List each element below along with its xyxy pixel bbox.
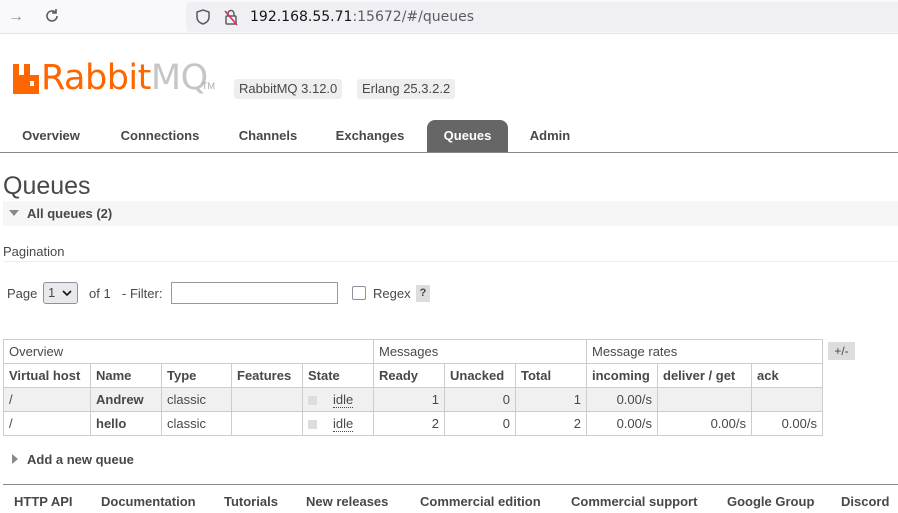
state-text: idle: [333, 416, 354, 432]
page-count-label: of 1: [89, 286, 111, 301]
queue-name-link[interactable]: hello: [90, 411, 162, 436]
cell-type: classic: [161, 387, 232, 412]
footer: HTTP API Documentation Tutorials New rel…: [3, 484, 898, 513]
cell-incoming: 0.00/s: [586, 387, 658, 412]
footer-link-discord[interactable]: Discord: [841, 494, 889, 509]
tab-overview[interactable]: Overview: [9, 120, 93, 152]
cell-deliver-get: 0.00/s: [657, 411, 752, 436]
cell-state: idle: [302, 387, 374, 412]
column-toggle-button[interactable]: +/-: [828, 342, 855, 360]
tab-admin[interactable]: Admin: [520, 120, 580, 152]
col-ack[interactable]: ack: [751, 363, 823, 388]
filter-input[interactable]: [171, 282, 338, 304]
erlang-version-badge: Erlang 25.3.2.2: [357, 79, 456, 99]
chevron-down-icon: [62, 283, 72, 311]
cell-ready: 1: [373, 387, 445, 412]
col-unacked[interactable]: Unacked: [444, 363, 516, 388]
state-text: idle: [333, 392, 354, 408]
expand-arrow-icon: [12, 454, 18, 464]
pagination-title: Pagination: [3, 244, 65, 259]
page-label: Page: [7, 286, 38, 301]
page-title: Queues: [3, 172, 91, 200]
col-total[interactable]: Total: [515, 363, 587, 388]
cell-ack: 0.00/s: [751, 411, 823, 436]
col-type[interactable]: Type: [161, 363, 232, 388]
col-name[interactable]: Name: [90, 363, 162, 388]
tab-connections[interactable]: Connections: [108, 120, 212, 152]
shield-icon[interactable]: [194, 8, 212, 26]
col-state[interactable]: State: [302, 363, 374, 388]
logo-mq: MQ: [150, 58, 208, 98]
footer-link-tutorials[interactable]: Tutorials: [224, 494, 278, 509]
regex-help-button[interactable]: ?: [416, 285, 430, 302]
all-queues-section-header[interactable]: All queues (2): [3, 201, 898, 226]
col-virtual-host[interactable]: Virtual host: [3, 363, 91, 388]
add-new-queue-toggle[interactable]: Add a new queue: [27, 452, 134, 467]
regex-checkbox[interactable]: [352, 286, 366, 300]
cell-features: [231, 411, 303, 436]
section-title: All queues (2): [27, 206, 113, 221]
table-row[interactable]: / hello classic idle 2 0 2 0.00/s 0.00/s…: [3, 411, 823, 436]
footer-link-documentation[interactable]: Documentation: [101, 494, 196, 509]
forward-icon[interactable]: →: [6, 7, 26, 27]
insecure-lock-icon[interactable]: [222, 8, 240, 26]
cell-vhost: /: [3, 387, 91, 412]
col-deliver-get[interactable]: deliver / get: [657, 363, 752, 388]
footer-link-google-group[interactable]: Google Group: [727, 494, 814, 509]
filter-label: - Filter:: [122, 286, 163, 301]
cell-deliver-get: [657, 387, 752, 412]
cell-features: [231, 387, 303, 412]
footer-link-http-api[interactable]: HTTP API: [14, 494, 73, 509]
tab-channels[interactable]: Channels: [228, 120, 308, 152]
cell-incoming: 0.00/s: [586, 411, 658, 436]
table-column-header: Virtual host Name Type Features State Re…: [3, 363, 823, 388]
cell-type: classic: [161, 411, 232, 436]
cell-unacked: 0: [444, 387, 516, 412]
col-features[interactable]: Features: [231, 363, 303, 388]
rabbitmq-version-badge: RabbitMQ 3.12.0: [234, 79, 343, 99]
queues-table: Overview Messages Message rates Virtual …: [3, 339, 823, 436]
page-select-value: 1: [48, 285, 56, 300]
regex-label: Regex: [373, 286, 411, 301]
group-message-rates: Message rates: [586, 339, 823, 364]
group-messages: Messages: [373, 339, 587, 364]
url-text[interactable]: 192.168.55.71:15672/#/queues: [250, 9, 474, 25]
url-host: 192.168.55.71: [250, 9, 353, 25]
table-row[interactable]: / Andrew classic idle 1 0 1 0.00/s: [3, 387, 823, 412]
cell-total: 1: [515, 387, 587, 412]
tab-queues[interactable]: Queues: [427, 120, 508, 152]
group-overview: Overview: [3, 339, 374, 364]
cell-ack: [751, 387, 823, 412]
queue-name-link[interactable]: Andrew: [90, 387, 162, 412]
collapse-arrow-icon: [9, 210, 19, 216]
main-nav-tabs: Overview Connections Channels Exchanges …: [0, 120, 898, 153]
logo-tm: TM: [202, 81, 215, 91]
browser-toolbar: → 192.168.55.71:15672/#/queues: [0, 0, 898, 34]
cell-unacked: 0: [444, 411, 516, 436]
divider: [3, 261, 898, 262]
tab-exchanges[interactable]: Exchanges: [325, 120, 415, 152]
col-incoming[interactable]: incoming: [586, 363, 658, 388]
logo-rabbit: Rabbit: [41, 58, 151, 98]
url-path: :15672/#/queues: [352, 9, 475, 25]
cell-vhost: /: [3, 411, 91, 436]
footer-link-commercial-support[interactable]: Commercial support: [571, 494, 697, 509]
footer-link-new-releases[interactable]: New releases: [306, 494, 388, 509]
col-ready[interactable]: Ready: [373, 363, 445, 388]
cell-state: idle: [302, 411, 374, 436]
footer-link-commercial-edition[interactable]: Commercial edition: [420, 494, 541, 509]
reload-icon[interactable]: [42, 7, 62, 27]
table-group-header: Overview Messages Message rates: [3, 339, 823, 364]
address-bar[interactable]: 192.168.55.71:15672/#/queues: [186, 2, 898, 32]
logo-wordmark: RabbitMQ: [41, 58, 208, 98]
cell-ready: 2: [373, 411, 445, 436]
rabbit-icon: [13, 64, 39, 94]
page-select[interactable]: 1: [43, 282, 78, 304]
cell-total: 2: [515, 411, 587, 436]
state-indicator-icon: [308, 396, 317, 406]
state-indicator-icon: [308, 420, 317, 430]
